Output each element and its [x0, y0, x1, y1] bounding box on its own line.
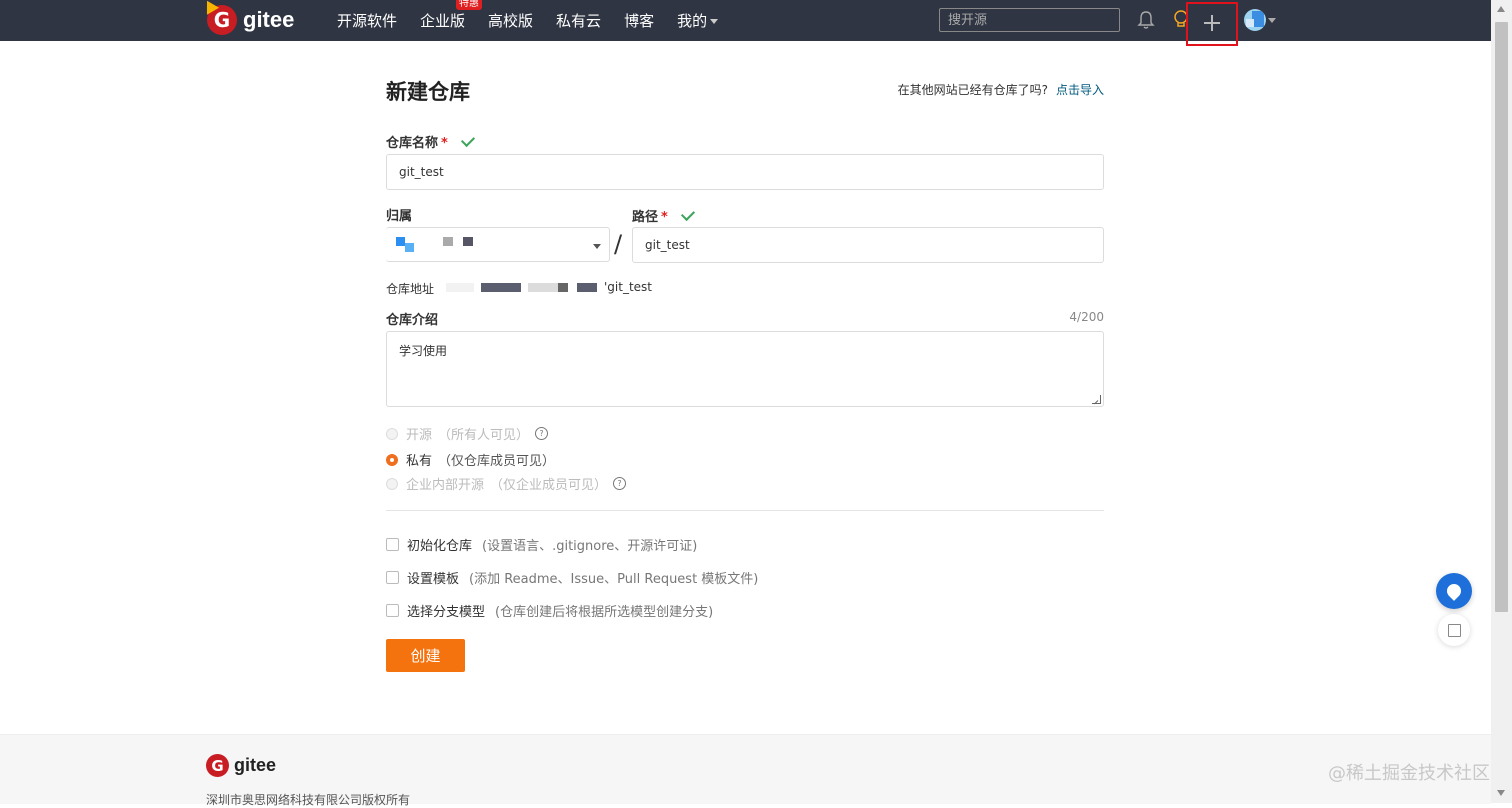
- nav-blog[interactable]: 博客: [624, 10, 654, 31]
- footer-logo[interactable]: G gitee: [206, 754, 276, 777]
- radio-label: 企业内部开源: [406, 478, 485, 493]
- checkbox-init-repo[interactable]: [386, 538, 399, 551]
- repo-name-label: 仓库名称 *: [386, 132, 475, 151]
- radio-label: 开源: [406, 428, 433, 443]
- search-box: [939, 8, 1120, 32]
- avatar[interactable]: [1244, 9, 1266, 31]
- import-prompt: 在其他网站已经有仓库了吗? 点击导入: [898, 81, 1104, 98]
- path-label: 路径 *: [632, 206, 695, 225]
- checkbox-template[interactable]: [386, 571, 399, 584]
- nav-mine[interactable]: 我的: [677, 10, 719, 31]
- radio-private[interactable]: [386, 453, 398, 466]
- blurred-address-part: [577, 283, 597, 292]
- option-branch-model[interactable]: 选择分支模型 (仓库创建后将根据所选模型创建分支): [386, 601, 713, 620]
- required-asterisk: *: [441, 136, 448, 151]
- repo-name-field: [386, 154, 1104, 190]
- gitee-logo-icon: G: [206, 754, 229, 777]
- owner-avatar-icon: [396, 237, 405, 246]
- footer: G gitee 深圳市奥思网络科技有限公司版权所有: [0, 734, 1491, 807]
- blurred-address-part: [446, 283, 474, 292]
- radio-sub-label: （所有人可见）: [438, 428, 530, 443]
- option-sub-label: (仓库创建后将根据所选模型创建分支): [495, 605, 714, 620]
- required-asterisk: *: [661, 210, 668, 225]
- option-sub-label: (设置语言、.gitignore、开源许可证): [482, 539, 698, 554]
- checkmark-icon: [680, 206, 695, 222]
- repo-name-label-text: 仓库名称: [386, 136, 439, 151]
- footer-brand: gitee: [234, 755, 277, 775]
- radio-sub-label: （仅仓库成员可见）: [438, 454, 556, 469]
- float-assistant-button[interactable]: [1436, 573, 1472, 609]
- import-prompt-text: 在其他网站已经有仓库了吗?: [897, 83, 1048, 97]
- visibility-open-source[interactable]: 开源 （所有人可见） ?: [386, 424, 549, 443]
- scroll-up-arrow-icon[interactable]: [1497, 6, 1505, 12]
- create-button[interactable]: 创建: [386, 639, 465, 672]
- intro-textarea[interactable]: 学习使用: [387, 332, 1103, 406]
- path-label-text: 路径: [632, 210, 659, 225]
- create-new-plus-icon[interactable]: [1186, 2, 1238, 46]
- visibility-private[interactable]: 私有 （仅仓库成员可见）: [386, 450, 555, 469]
- option-label: 选择分支模型: [407, 605, 486, 620]
- radio-label: 私有: [406, 454, 433, 469]
- path-input[interactable]: [633, 228, 1103, 262]
- option-label: 设置模板: [407, 572, 460, 587]
- owner-label: 归属: [386, 209, 413, 224]
- option-sub-label: (添加 Readme、Issue、Pull Request 模板文件): [469, 572, 759, 587]
- radio-open-source[interactable]: [386, 427, 398, 440]
- droplet-icon: [1444, 581, 1464, 601]
- intro-char-counter: 4/200: [1069, 310, 1104, 324]
- intro-field: 学习使用: [386, 331, 1104, 407]
- gitee-logo-icon: G: [200, 0, 237, 35]
- scroll-down-arrow-icon[interactable]: [1497, 790, 1505, 796]
- nav-education[interactable]: 高校版: [488, 10, 533, 31]
- scrollbar[interactable]: [1491, 0, 1512, 803]
- edit-icon: [1447, 623, 1461, 637]
- repo-address-label: 仓库地址: [386, 282, 435, 296]
- gitee-logo[interactable]: G gitee: [200, 0, 295, 36]
- help-icon[interactable]: ?: [535, 427, 549, 440]
- radio-internal[interactable]: [386, 477, 398, 490]
- path-field: [632, 227, 1104, 263]
- scroll-thumb[interactable]: [1495, 22, 1508, 612]
- checkbox-branch-model[interactable]: [386, 604, 399, 617]
- option-label: 初始化仓库: [407, 539, 473, 554]
- visibility-internal[interactable]: 企业内部开源 （仅企业成员可见） ?: [386, 474, 627, 493]
- bell-icon[interactable]: [1137, 10, 1155, 30]
- chevron-down-icon: [710, 19, 719, 24]
- blurred-address-part: [528, 283, 558, 292]
- blurred-address-part: [481, 283, 521, 292]
- page-title: 新建仓库: [386, 80, 470, 104]
- nav-enterprise-label: 企业版: [420, 12, 466, 30]
- import-link[interactable]: 点击导入: [1056, 83, 1104, 97]
- watermark: @稀土掘金技术社区: [1328, 763, 1490, 784]
- repo-name-input[interactable]: [387, 155, 1103, 189]
- brand-name: gitee: [243, 7, 295, 32]
- blurred-address-part: [558, 283, 568, 292]
- nav-private-cloud[interactable]: 私有云: [556, 10, 601, 31]
- search-input[interactable]: [940, 9, 1119, 32]
- main-nav: 开源软件 企业版 特惠 高校版 私有云 博客 我的: [337, 0, 719, 41]
- path-separator: /: [614, 230, 623, 258]
- nav-enterprise[interactable]: 企业版 特惠: [420, 0, 483, 31]
- nav-open-source[interactable]: 开源软件: [337, 10, 397, 31]
- divider: [386, 510, 1104, 511]
- radio-sub-label: （仅企业成员可见）: [490, 478, 608, 493]
- intro-label: 仓库介绍: [386, 313, 439, 328]
- float-feedback-button[interactable]: [1438, 614, 1470, 646]
- nav-mine-label: 我的: [677, 12, 708, 30]
- checkmark-icon: [460, 132, 475, 148]
- resize-handle-icon[interactable]: [1092, 395, 1101, 404]
- option-init-repo[interactable]: 初始化仓库 (设置语言、.gitignore、开源许可证): [386, 535, 697, 554]
- avatar-chevron-down-icon[interactable]: [1268, 18, 1276, 23]
- owner-select[interactable]: [386, 227, 610, 262]
- top-nav: G gitee 开源软件 企业版 特惠 高校版 私有云 博客 我的: [0, 0, 1491, 41]
- chevron-down-icon: [593, 244, 601, 249]
- promo-badge: 特惠: [456, 0, 483, 10]
- repo-address-value: 'git_test: [604, 280, 652, 294]
- help-icon[interactable]: ?: [613, 477, 627, 490]
- footer-copyright: 深圳市奥思网络科技有限公司版权所有: [206, 793, 411, 807]
- option-template[interactable]: 设置模板 (添加 Readme、Issue、Pull Request 模板文件): [386, 568, 758, 587]
